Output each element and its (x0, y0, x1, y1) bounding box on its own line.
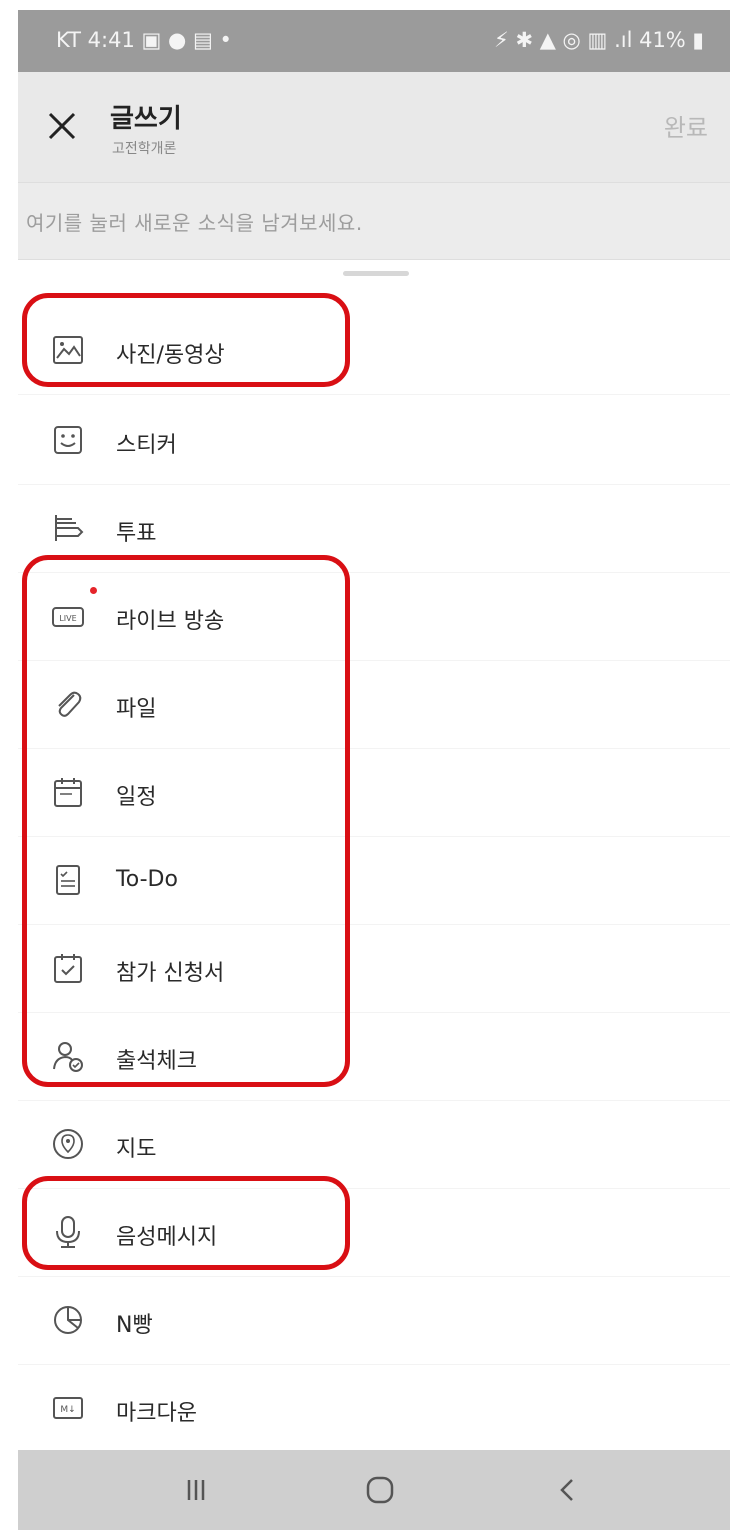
menu-item-schedule[interactable]: 일정 (18, 748, 730, 837)
map-pin-icon (53, 1129, 83, 1159)
done-button[interactable]: 완료 (664, 108, 708, 143)
back-button[interactable] (548, 1472, 588, 1508)
menu-item-label: 일정 (116, 785, 157, 810)
close-icon (48, 112, 76, 140)
menu-item-sticker[interactable]: 스티커 (18, 396, 730, 485)
vote-icon (55, 515, 84, 541)
menu-item-map[interactable]: 지도 (18, 1100, 730, 1189)
compose-placeholder: 여기를 눌러 새로운 소식을 남겨보세요. (26, 211, 363, 235)
drag-handle[interactable] (343, 271, 409, 276)
menu-item-markdown[interactable]: M↓ 마크다운 (18, 1364, 730, 1453)
svg-text:M↓: M↓ (60, 1405, 75, 1415)
pie-split-icon (54, 1306, 82, 1334)
recent-apps-icon (187, 1480, 205, 1500)
attachment-menu: 사진/동영상 스티커 투표 LIVE 라이브 방송 파일 일정 To-Do 참가… (18, 262, 730, 1453)
menu-item-label: 파일 (116, 697, 157, 722)
menu-item-vote[interactable]: 투표 (18, 484, 730, 573)
menu-item-label: 음성메시지 (116, 1225, 218, 1250)
sticker-icon (54, 426, 82, 454)
todo-icon (56, 865, 80, 895)
menu-item-voice-message[interactable]: 음성메시지 (18, 1188, 730, 1277)
svg-text:LIVE: LIVE (59, 614, 76, 623)
close-button[interactable] (40, 104, 84, 148)
menu-item-label: 투표 (116, 521, 157, 546)
menu-item-application-form[interactable]: 참가 신청서 (18, 924, 730, 1013)
menu-item-label: 참가 신청서 (116, 961, 225, 986)
navigation-bar (18, 1450, 730, 1530)
menu-item-label: 라이브 방송 (116, 609, 225, 634)
new-badge-dot (90, 587, 97, 594)
markdown-icon: M↓ (53, 1397, 83, 1419)
menu-item-todo[interactable]: To-Do (18, 836, 730, 925)
paperclip-icon (58, 691, 82, 717)
menu-item-file[interactable]: 파일 (18, 660, 730, 749)
menu-item-label: N빵 (116, 1313, 153, 1338)
application-form-icon (54, 954, 82, 983)
menu-item-label: 마크다운 (116, 1401, 197, 1426)
compose-input[interactable]: 여기를 눌러 새로운 소식을 남겨보세요. (18, 182, 730, 260)
menu-item-label: 스티커 (116, 433, 177, 458)
calendar-icon (54, 778, 82, 807)
home-button[interactable] (360, 1472, 400, 1508)
back-icon (560, 1479, 573, 1501)
screen: KT 4:41 ▣ ● ▤ • ⚡ ✱ ▲ ◎ ▥ .ıl 41% ▮ 글쓰기 … (18, 10, 730, 1530)
status-bar: KT 4:41 ▣ ● ▤ • ⚡ ✱ ▲ ◎ ▥ .ıl 41% ▮ (18, 10, 730, 72)
menu-item-attendance[interactable]: 출석체크 (18, 1012, 730, 1101)
header: 글쓰기 고전학개론 완료 (18, 72, 730, 182)
menu-item-label: 출석체크 (116, 1049, 197, 1074)
home-icon (366, 1476, 394, 1504)
photo-icon (53, 336, 83, 364)
menu-item-label: 지도 (116, 1137, 157, 1162)
menu-item-photo-video[interactable]: 사진/동영상 (18, 306, 730, 395)
microphone-icon (56, 1216, 80, 1248)
menu-item-label: 사진/동영상 (116, 343, 225, 368)
page-title: 글쓰기 (110, 104, 182, 134)
status-right: ⚡ ✱ ▲ ◎ ▥ .ıl 41% ▮ (494, 28, 704, 52)
live-icon: LIVE (52, 607, 84, 627)
menu-item-n-split[interactable]: N빵 (18, 1276, 730, 1365)
menu-item-live[interactable]: LIVE 라이브 방송 (18, 572, 730, 661)
recent-apps-button[interactable] (176, 1472, 216, 1508)
status-left: KT 4:41 ▣ ● ▤ • (56, 28, 232, 52)
attendance-icon (53, 1042, 83, 1072)
page-subtitle: 고전학개론 (112, 141, 177, 157)
menu-item-label: To-Do (116, 867, 178, 892)
